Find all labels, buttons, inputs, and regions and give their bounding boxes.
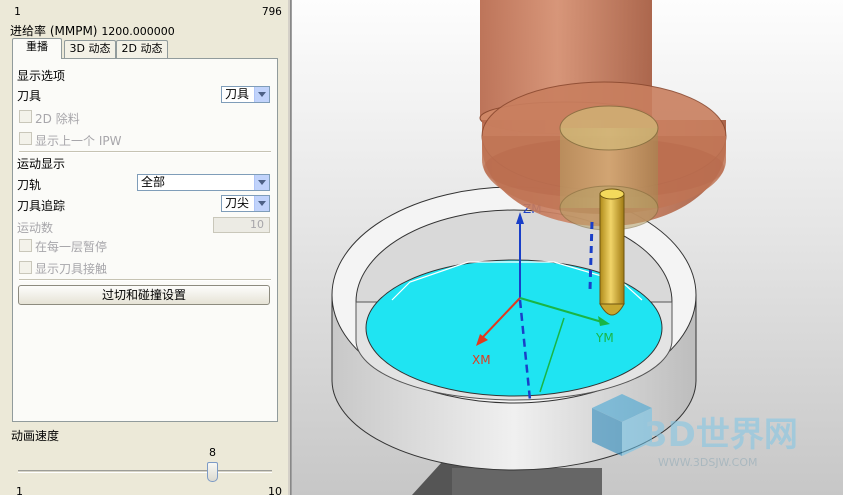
chevron-down-icon[interactable] (254, 87, 269, 102)
feed-rate-label: 进给率 (MMPM) (10, 24, 98, 38)
animation-speed-slider-track[interactable] (18, 470, 272, 473)
motion-display-heading: 运动显示 (17, 157, 66, 171)
toolpath-value: 全部 (141, 175, 166, 189)
tool-trace-select[interactable]: 刀尖 (221, 195, 270, 212)
animation-speed-slider-thumb[interactable] (207, 462, 218, 482)
show-prev-ipw-checkbox[interactable] (19, 132, 32, 145)
display-options-heading: 显示选项 (17, 69, 66, 83)
pause-each-layer-label: 在每一层暂停 (35, 240, 108, 254)
tool-display-select[interactable]: 刀具 (221, 86, 270, 103)
remove-2d-checkbox[interactable] (19, 110, 32, 123)
x-axis-label: XM (472, 353, 491, 367)
chevron-down-icon[interactable] (254, 175, 269, 190)
range-start-value: 1 (14, 5, 21, 18)
watermark: 3D世界网 WWW.3DSJW.COM (592, 394, 798, 469)
graphics-viewport[interactable]: ZM XM YM (291, 0, 843, 495)
motion-count-label: 运动数 (17, 221, 54, 235)
watermark-title: 3D世界网 (644, 415, 798, 455)
remove-2d-label: 2D 除料 (35, 112, 80, 126)
slider-min-label: 1 (16, 485, 23, 495)
pause-each-layer-checkbox[interactable] (19, 239, 32, 252)
tool-trace-value: 刀尖 (225, 196, 250, 210)
gouge-collision-settings-button[interactable]: 过切和碰撞设置 (18, 285, 270, 305)
feed-rate-row: 进给率 (MMPM) 1200.000000 (10, 22, 175, 39)
chevron-down-icon[interactable] (254, 196, 269, 211)
cam-simulation-scene: ZM XM YM (331, 0, 798, 495)
tab-2d-dynamic[interactable]: 2D 动态 (116, 40, 168, 58)
animation-speed-label: 动画速度 (11, 429, 60, 443)
toolpath-select[interactable]: 全部 (137, 174, 270, 191)
motion-count-field[interactable]: 10 (213, 217, 270, 233)
slider-max-label: 10 (268, 485, 282, 495)
tool-label: 刀具 (17, 89, 42, 103)
section-divider (19, 151, 271, 153)
replay-panel: 1 796 进给率 (MMPM) 1200.000000 重播 3D 动态 2D… (0, 0, 288, 495)
tab-replay[interactable]: 重播 (12, 38, 62, 59)
tab-3d-dynamic[interactable]: 3D 动态 (64, 40, 116, 58)
show-tool-contact-label: 显示刀具接触 (35, 262, 108, 276)
tool-display-value: 刀具 (225, 87, 250, 101)
y-axis-label: YM (595, 331, 614, 345)
section-divider (19, 279, 271, 281)
tool-trace-label: 刀具追踪 (17, 199, 66, 213)
watermark-url: WWW.3DSJW.COM (658, 456, 758, 469)
animation-speed-value: 8 (209, 446, 216, 459)
feed-rate-value: 1200.000000 (101, 25, 175, 38)
replay-tab-content: 显示选项 刀具 刀具 2D 除料 显示上一个 IPW 运动显示 刀轨 全部 刀具… (12, 58, 278, 422)
range-end-value: 796 (262, 5, 282, 18)
show-prev-ipw-label: 显示上一个 IPW (35, 134, 122, 148)
toolpath-label: 刀轨 (17, 178, 42, 192)
show-tool-contact-checkbox[interactable] (19, 261, 32, 274)
